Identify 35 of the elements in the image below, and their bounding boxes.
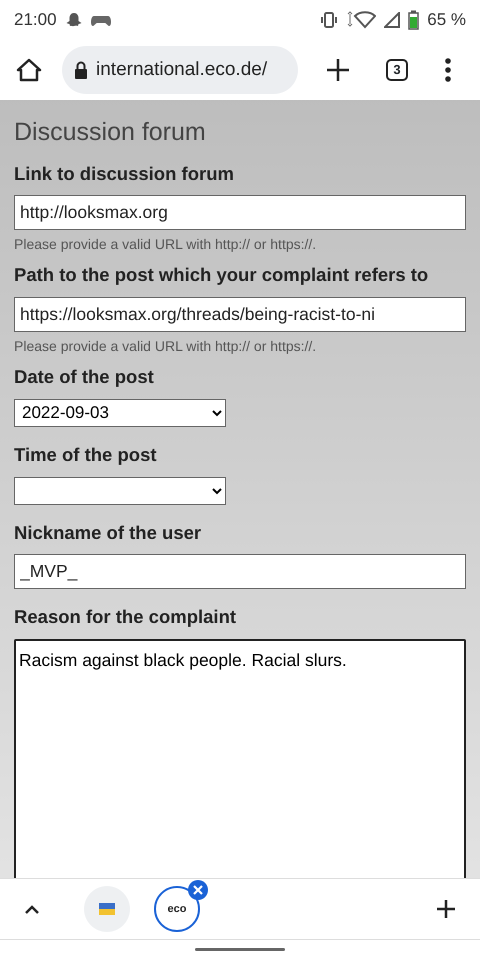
plus-icon — [436, 899, 456, 919]
address-bar[interactable]: international.eco.de/ — [62, 46, 298, 94]
page-title: Discussion forum — [14, 117, 207, 148]
ghost-icon — [64, 11, 83, 29]
close-icon[interactable] — [188, 880, 208, 900]
battery-text: 65 % — [427, 9, 466, 32]
hint-text: Please provide a valid URL with http:// or https://. — [14, 235, 318, 254]
tab-button[interactable]: eco — [154, 886, 200, 932]
chevron-up-icon — [24, 904, 40, 914]
signal-icon — [384, 12, 400, 28]
tab-switcher-button[interactable]: 3 — [386, 59, 408, 81]
select-field[interactable] — [14, 476, 226, 504]
flag-icon — [99, 903, 115, 915]
field-label: Reason for the complaint — [14, 605, 238, 630]
input-field[interactable]: https://looksmax.org/threads/being-racist-to-ni — [14, 297, 466, 332]
url-text: international.eco.de/ — [96, 58, 268, 82]
vibrate-icon — [320, 12, 338, 28]
hint-text: Please provide a valid URL with http:// or https://. — [14, 337, 318, 356]
home-icon — [16, 57, 42, 83]
wifi-icon — [346, 11, 376, 29]
field-label: Link to discussion forum — [14, 162, 235, 186]
input-field[interactable]: _MVP_ — [14, 554, 466, 590]
lock-icon — [74, 61, 88, 79]
text-area[interactable]: Racism against black people. Racial slurs. — [14, 639, 466, 878]
input-field[interactable]: http://looksmax.org — [14, 195, 466, 230]
field-label: Nickname of the user — [14, 520, 202, 544]
field-label: Time of the post — [14, 442, 158, 467]
clock-text: 21:00 — [14, 9, 57, 32]
more-icon — [444, 58, 452, 82]
plus-icon — [326, 58, 350, 82]
battery-icon — [408, 10, 420, 30]
tab-button[interactable] — [84, 886, 130, 932]
field-label: Date of the post — [14, 365, 155, 389]
select-field[interactable]: 2022-09-03 — [14, 398, 226, 427]
field-label: Path to the post which your complaint refers to — [14, 263, 430, 288]
